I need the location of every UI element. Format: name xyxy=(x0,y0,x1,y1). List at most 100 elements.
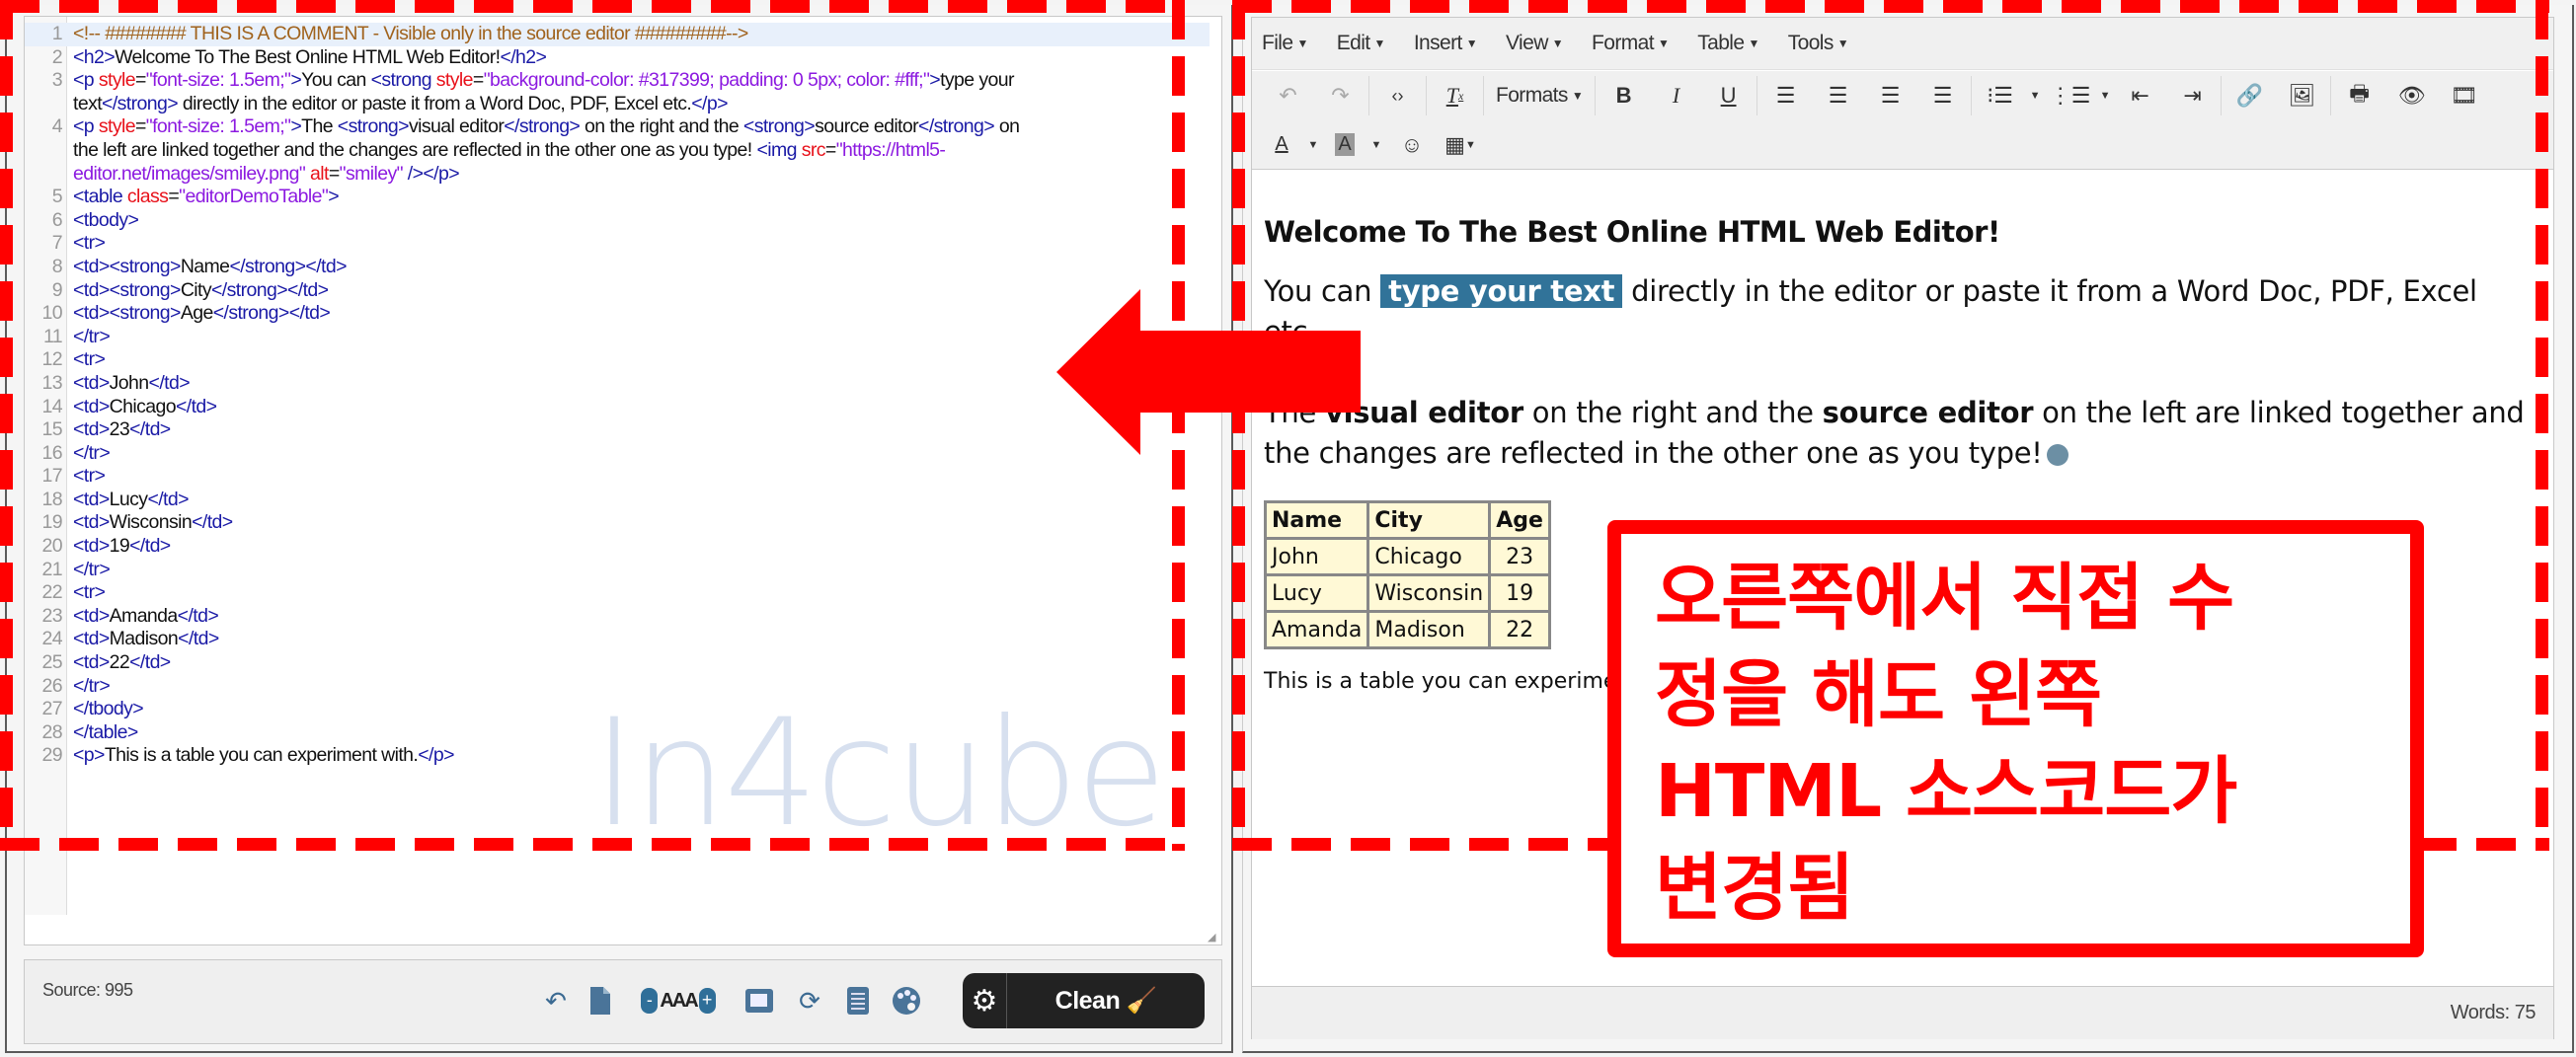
align-center-icon[interactable]: ☰ xyxy=(1812,78,1864,113)
code-line[interactable]: 20 <td>19</td> xyxy=(25,535,1210,559)
code-line[interactable]: 18 <td>Lucy</td> xyxy=(25,489,1210,512)
code-line[interactable]: 16 </tr> xyxy=(25,442,1210,466)
bullet-list-dropdown[interactable]: ▼ xyxy=(2026,78,2044,113)
new-document-icon[interactable] xyxy=(585,984,615,1018)
align-right-icon[interactable]: ☰ xyxy=(1864,78,1916,113)
document-list-icon[interactable] xyxy=(842,984,874,1018)
table-cell[interactable]: 22 xyxy=(1488,610,1551,649)
code-line[interactable]: 1 <!-- ######## THIS IS A COMMENT - Visib… xyxy=(25,23,1210,46)
content-heading: Welcome To The Best Online HTML Web Edit… xyxy=(1264,215,2000,249)
undo-icon[interactable]: ↶ xyxy=(538,984,574,1018)
align-left-icon[interactable]: ☰ xyxy=(1759,78,1812,113)
sync-icon[interactable]: ⟳ xyxy=(793,984,826,1018)
table-cell[interactable]: 19 xyxy=(1488,573,1551,613)
line-number: 12 xyxy=(41,348,63,371)
code-line[interactable]: 6 <tbody> xyxy=(25,209,1210,233)
image-icon[interactable]: 🖼 xyxy=(2276,78,2328,113)
table-header-cell[interactable]: City xyxy=(1366,500,1492,540)
code-line[interactable]: 13 <td>John</td> xyxy=(25,372,1210,396)
menu-tools[interactable]: Tools ▼ xyxy=(1788,32,1849,55)
line-number: 25 xyxy=(41,651,63,674)
media-icon[interactable]: 🎞 xyxy=(2438,78,2490,113)
code-text: <td><strong>Age</strong></td> xyxy=(73,302,331,325)
numbered-list-icon[interactable]: ⋮☰ xyxy=(2044,78,2096,113)
code-line[interactable]: 24 <td>Madison</td> xyxy=(25,628,1210,651)
code-line[interactable]: 2 <h2>Welcome To The Best Online HTML Web… xyxy=(25,46,1210,70)
table-header-cell[interactable]: Name xyxy=(1263,500,1370,540)
code-line[interactable]: 11 </tr> xyxy=(25,326,1210,349)
table-row: John Chicago 23 xyxy=(1263,537,1551,576)
settings-gear-icon[interactable]: ⚙ xyxy=(963,973,1007,1028)
text-color-icon[interactable]: A xyxy=(1262,127,1301,163)
source-code-editor[interactable]: 1 <!-- ######## THIS IS A COMMENT - Visib… xyxy=(24,16,1222,945)
source-code-icon[interactable]: ‹› xyxy=(1371,78,1424,113)
background-color-icon[interactable]: A xyxy=(1325,127,1365,163)
increase-font-icon[interactable]: + xyxy=(698,988,716,1014)
link-icon[interactable]: 🔗 xyxy=(2224,78,2276,113)
code-line[interactable]: 21 </tr> xyxy=(25,559,1210,582)
code-text: <td>23</td> xyxy=(73,418,171,441)
bold-icon[interactable]: B xyxy=(1598,78,1650,113)
table-cell[interactable]: Lucy xyxy=(1263,573,1370,613)
code-line[interactable]: 5 <table class="editorDemoTable"> xyxy=(25,186,1210,209)
emoticon-icon[interactable]: ☺ xyxy=(1388,127,1436,163)
code-line[interactable]: 23 <td>Amanda</td> xyxy=(25,605,1210,629)
code-line[interactable]: 9 <td><strong>City</strong></td> xyxy=(25,279,1210,303)
table-cell[interactable]: John xyxy=(1263,537,1370,576)
table-cell[interactable]: Chicago xyxy=(1366,537,1492,576)
redo-icon[interactable]: ↷ xyxy=(1314,78,1366,113)
bullet-list-icon[interactable]: ⁝☰ xyxy=(1974,78,2026,113)
code-line-wrap[interactable]: editor.net/images/smiley.png" alt="smile… xyxy=(25,163,1210,187)
code-line[interactable]: 12 <tr> xyxy=(25,348,1210,372)
code-line[interactable]: 14 <td>Chicago</td> xyxy=(25,396,1210,419)
table-cell[interactable]: Amanda xyxy=(1263,610,1370,649)
table-cell[interactable]: Madison xyxy=(1366,610,1492,649)
code-lines[interactable]: 1 <!-- ######## THIS IS A COMMENT - Visib… xyxy=(25,23,1210,768)
print-icon[interactable]: 🖶 xyxy=(2333,78,2385,113)
preview-eye-icon[interactable]: 👁 xyxy=(2385,78,2438,113)
code-line-wrap[interactable]: text</strong> directly in the editor or … xyxy=(25,93,1210,116)
code-line[interactable]: 19 <td>Wisconsin</td> xyxy=(25,511,1210,535)
code-text: the left are linked together and the cha… xyxy=(73,138,946,161)
font-size-control[interactable]: - AAA + xyxy=(629,984,728,1018)
code-line[interactable]: 7 <tr> xyxy=(25,232,1210,256)
menu-edit[interactable]: Edit ▼ xyxy=(1337,32,1386,55)
line-number: 5 xyxy=(51,186,63,208)
code-line[interactable]: 25 <td>22</td> xyxy=(25,651,1210,675)
menu-file[interactable]: File ▼ xyxy=(1262,32,1308,55)
undo-icon[interactable]: ↶ xyxy=(1262,78,1314,113)
menu-format[interactable]: Format ▼ xyxy=(1592,32,1670,55)
indent-icon[interactable]: ⇥ xyxy=(2166,78,2219,113)
code-line[interactable]: 17 <tr> xyxy=(25,465,1210,489)
italic-icon[interactable]: I xyxy=(1650,78,1702,113)
table-cell[interactable]: Wisconsin xyxy=(1366,573,1492,613)
code-line[interactable]: 15 <td>23</td> xyxy=(25,418,1210,442)
color-palette-icon[interactable] xyxy=(889,984,924,1018)
background-color-dropdown[interactable]: ▼ xyxy=(1365,127,1388,163)
code-line[interactable]: 22 <tr> xyxy=(25,581,1210,605)
underline-icon[interactable]: U xyxy=(1702,78,1755,113)
code-line[interactable]: 4 <p style="font-size: 1.5em;">The <stron… xyxy=(25,115,1210,139)
fullscreen-icon[interactable] xyxy=(742,984,776,1018)
clear-formatting-icon[interactable]: Tx xyxy=(1429,78,1481,113)
table-header-cell[interactable]: Age xyxy=(1488,500,1551,540)
align-justify-icon[interactable]: ☰ xyxy=(1916,78,1969,113)
numbered-list-dropdown[interactable]: ▼ xyxy=(2096,78,2114,113)
code-text: <td>John</td> xyxy=(73,371,191,394)
code-line[interactable]: 3 <p style="font-size: 1.5em;">You can <s… xyxy=(25,69,1210,93)
formats-dropdown[interactable]: Formats ▼ xyxy=(1486,78,1593,113)
code-line[interactable]: 8 <td><strong>Name</strong></td> xyxy=(25,256,1210,279)
decrease-font-icon[interactable]: - xyxy=(641,988,659,1014)
demo-table[interactable]: Name City Age John Chicago 23 Lucy Wisconsin 19 A… xyxy=(1263,500,1551,649)
menu-insert[interactable]: Insert ▼ xyxy=(1414,32,1478,55)
menu-view[interactable]: View ▼ xyxy=(1506,32,1564,55)
table-icon[interactable]: ▦ ▼ xyxy=(1436,127,1485,163)
code-line-wrap[interactable]: the left are linked together and the cha… xyxy=(25,139,1210,163)
resize-handle[interactable]: ◢ xyxy=(1208,931,1217,944)
table-cell[interactable]: 23 xyxy=(1488,537,1551,576)
code-line[interactable]: 10 <td><strong>Age</strong></td> xyxy=(25,302,1210,326)
text-color-dropdown[interactable]: ▼ xyxy=(1301,127,1325,163)
menu-table[interactable]: Table ▼ xyxy=(1697,32,1759,55)
outdent-icon[interactable]: ⇤ xyxy=(2114,78,2166,113)
clean-button[interactable]: ⚙ Clean 🧹 xyxy=(963,973,1205,1028)
